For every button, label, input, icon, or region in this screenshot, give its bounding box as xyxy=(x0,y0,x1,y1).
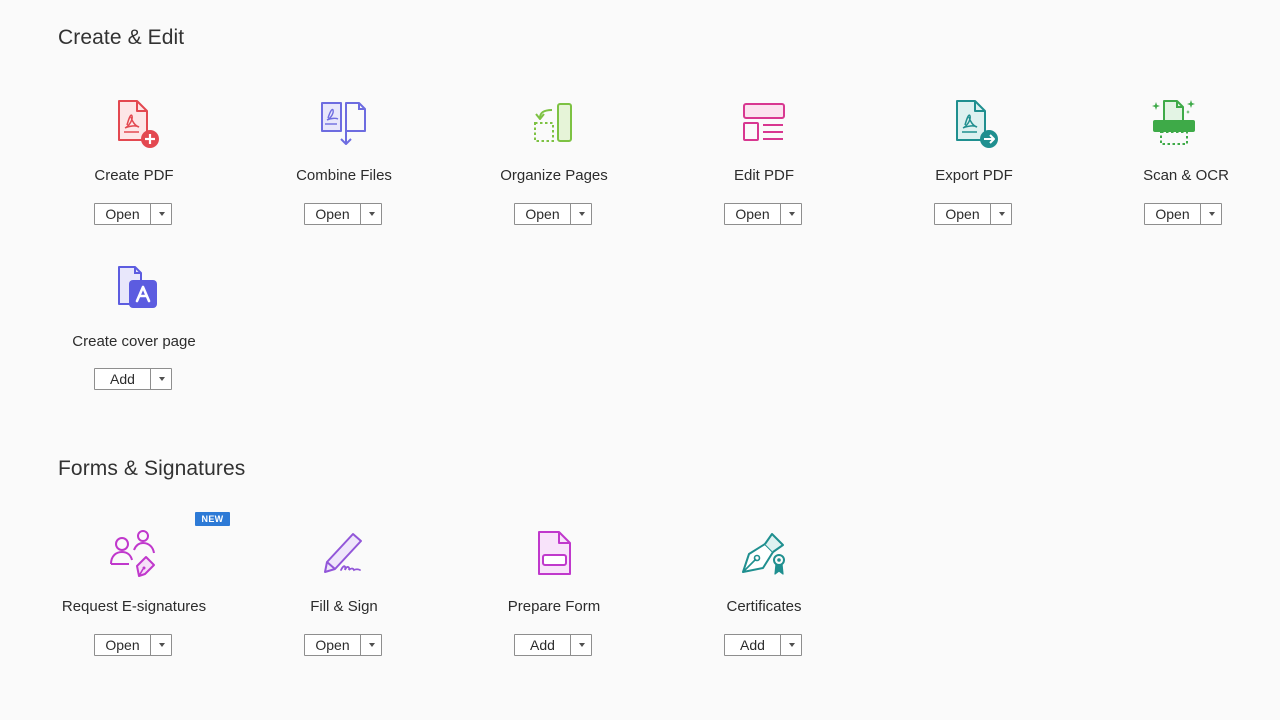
open-button-label[interactable]: Open xyxy=(95,204,151,224)
tool-label: Create PDF xyxy=(94,167,174,184)
organize-pages-icon[interactable] xyxy=(529,98,579,148)
export-pdf-open-button[interactable]: Open xyxy=(934,203,1012,225)
dropdown-arrow-icon[interactable] xyxy=(991,204,1011,224)
dropdown-arrow-icon[interactable] xyxy=(571,635,591,655)
section-title-create-edit: Create & Edit xyxy=(58,26,185,49)
dropdown-arrow-icon[interactable] xyxy=(781,635,801,655)
request-esignatures-open-button[interactable]: Open xyxy=(94,634,172,656)
new-badge: NEW xyxy=(195,512,230,526)
open-button-label[interactable]: Open xyxy=(935,204,991,224)
tool-label: Fill & Sign xyxy=(310,598,378,615)
create-cover-page-icon[interactable] xyxy=(109,264,159,314)
add-button-label[interactable]: Add xyxy=(515,635,571,655)
dropdown-arrow-icon[interactable] xyxy=(361,635,381,655)
certificates-icon[interactable] xyxy=(739,528,789,578)
combine-files-open-button[interactable]: Open xyxy=(304,203,382,225)
prepare-form-icon[interactable] xyxy=(529,528,579,578)
tool-label: Request E-signatures xyxy=(61,598,207,615)
open-button-label[interactable]: Open xyxy=(305,204,361,224)
request-esignatures-icon[interactable] xyxy=(109,528,159,578)
fill-sign-icon[interactable] xyxy=(319,528,369,578)
create-pdf-icon[interactable] xyxy=(109,98,159,148)
tool-label: Combine Files xyxy=(296,167,392,184)
dropdown-arrow-icon[interactable] xyxy=(151,204,171,224)
open-button-label[interactable]: Open xyxy=(725,204,781,224)
edit-pdf-icon[interactable] xyxy=(739,98,789,148)
open-button-label[interactable]: Open xyxy=(1145,204,1201,224)
scan-ocr-open-button[interactable]: Open xyxy=(1144,203,1222,225)
add-button-label[interactable]: Add xyxy=(95,369,151,389)
create-cover-page-add-button[interactable]: Add xyxy=(94,368,172,390)
tool-label: Prepare Form xyxy=(507,598,601,615)
open-button-label[interactable]: Open xyxy=(305,635,361,655)
tool-label: Organize Pages xyxy=(500,167,608,184)
prepare-form-add-button[interactable]: Add xyxy=(514,634,592,656)
tool-label: Scan & OCR xyxy=(1143,167,1229,184)
dropdown-arrow-icon[interactable] xyxy=(361,204,381,224)
open-button-label[interactable]: Open xyxy=(95,635,151,655)
dropdown-arrow-icon[interactable] xyxy=(1201,204,1221,224)
edit-pdf-open-button[interactable]: Open xyxy=(724,203,802,225)
certificates-add-button[interactable]: Add xyxy=(724,634,802,656)
fill-sign-open-button[interactable]: Open xyxy=(304,634,382,656)
tool-label: Certificates xyxy=(726,598,802,615)
organize-pages-open-button[interactable]: Open xyxy=(514,203,592,225)
section-title-forms-signatures: Forms & Signatures xyxy=(58,457,246,480)
scan-ocr-icon[interactable] xyxy=(1149,98,1199,148)
dropdown-arrow-icon[interactable] xyxy=(781,204,801,224)
open-button-label[interactable]: Open xyxy=(515,204,571,224)
dropdown-arrow-icon[interactable] xyxy=(151,635,171,655)
dropdown-arrow-icon[interactable] xyxy=(151,369,171,389)
tool-label: Edit PDF xyxy=(733,167,794,184)
add-button-label[interactable]: Add xyxy=(725,635,781,655)
dropdown-arrow-icon[interactable] xyxy=(571,204,591,224)
tool-label: Export PDF xyxy=(935,167,1013,184)
create-pdf-open-button[interactable]: Open xyxy=(94,203,172,225)
export-pdf-icon[interactable] xyxy=(949,98,999,148)
combine-files-icon[interactable] xyxy=(319,98,369,148)
tool-label: Create cover page xyxy=(72,333,196,350)
